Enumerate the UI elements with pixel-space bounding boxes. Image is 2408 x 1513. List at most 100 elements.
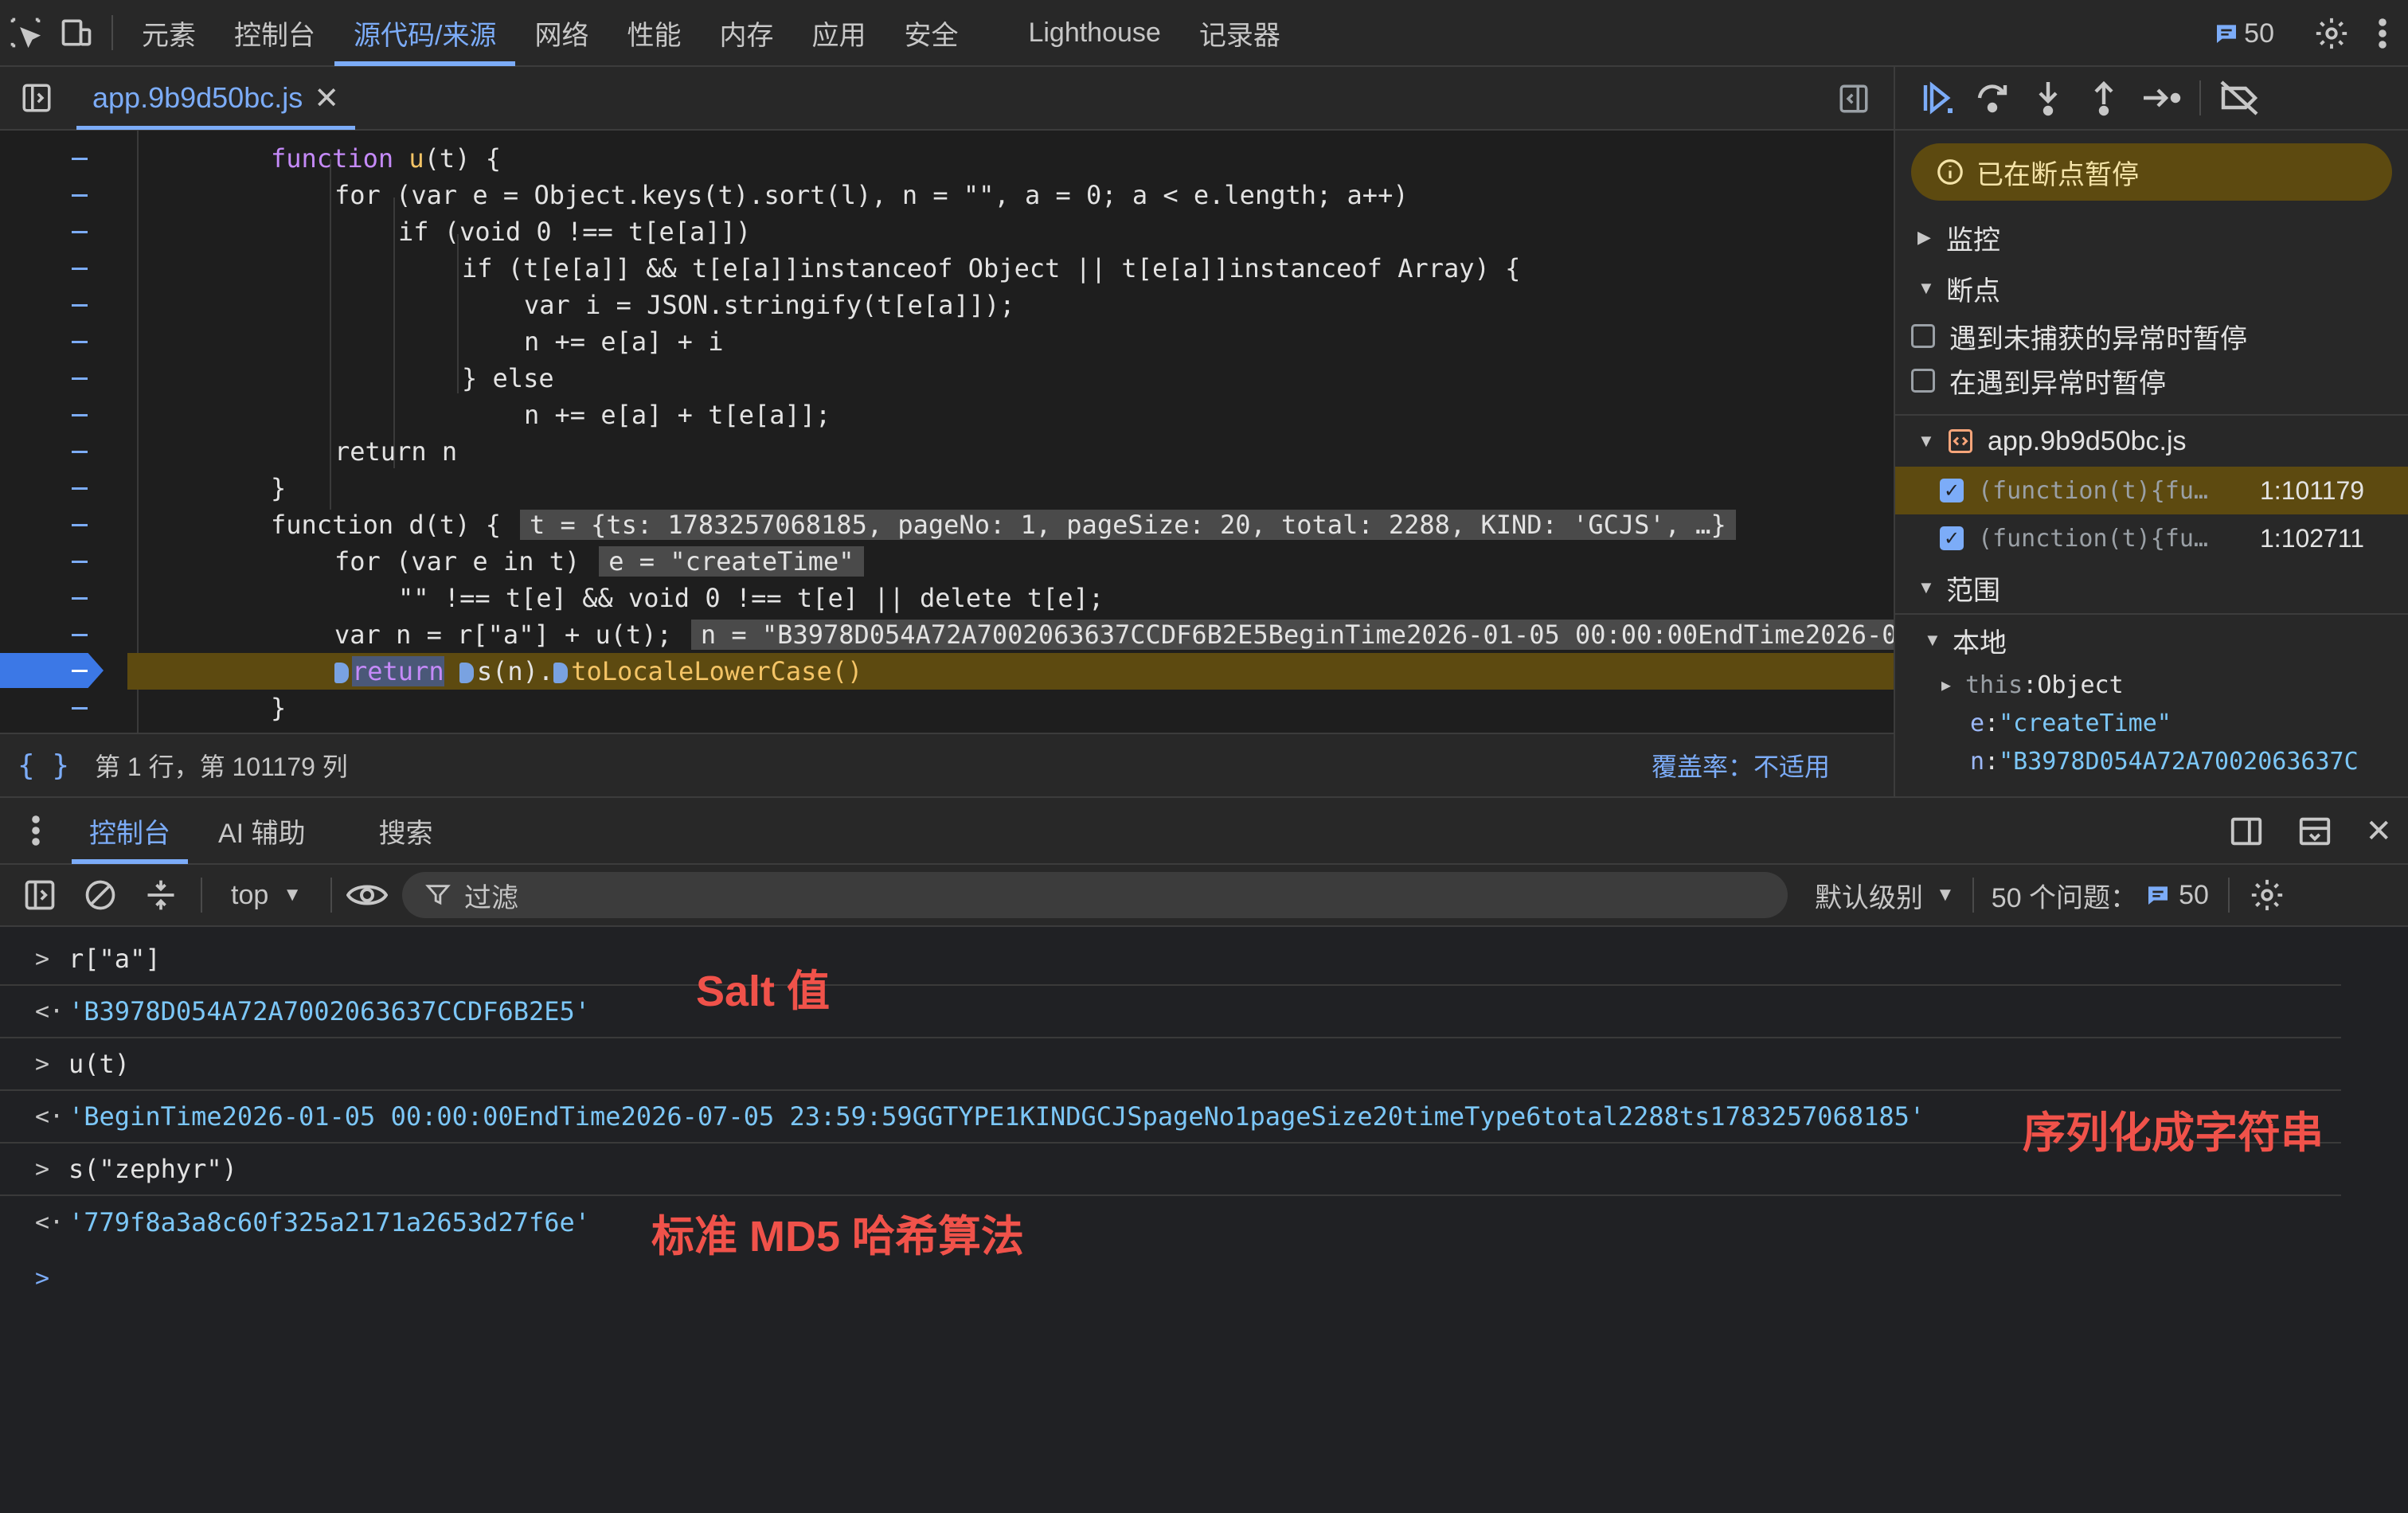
tab-application[interactable]: 应用 bbox=[792, 0, 885, 66]
inspect-element-icon[interactable] bbox=[0, 0, 51, 66]
checkbox[interactable] bbox=[1911, 324, 1935, 348]
annotation-salt: Salt 值 bbox=[696, 968, 831, 1015]
var-value: "createTime" bbox=[1999, 709, 2172, 737]
deactivate-breakpoints-icon[interactable] bbox=[2218, 79, 2260, 117]
watch-section-header[interactable]: ▶ 监控 bbox=[1895, 212, 2408, 263]
tab-elements[interactable]: 元素 bbox=[123, 0, 215, 66]
drawer-tab-search[interactable]: 搜索 bbox=[362, 797, 451, 864]
collapse-groups-icon[interactable] bbox=[132, 878, 190, 913]
close-drawer-icon[interactable]: ✕ bbox=[2365, 813, 2392, 850]
gutter-mark[interactable] bbox=[72, 231, 88, 233]
pause-caught-option[interactable]: 在遇到异常时暂停 bbox=[1895, 358, 2408, 403]
toggle-console-sidebar-icon[interactable] bbox=[11, 878, 68, 913]
inline-breakpoint-icon[interactable] bbox=[553, 663, 569, 683]
tab-recorder[interactable]: 记录器 bbox=[1180, 0, 1300, 66]
context-selector[interactable]: top ▼ bbox=[213, 880, 319, 911]
console-settings-icon[interactable] bbox=[2249, 877, 2285, 913]
scope-var-n[interactable]: n: "B3978D054A72A7002063637C bbox=[1895, 742, 2408, 780]
close-tab-icon[interactable]: ✕ bbox=[314, 80, 339, 116]
gutter-mark[interactable] bbox=[72, 377, 88, 380]
messages-badge[interactable]: 50 bbox=[2214, 18, 2274, 49]
dock-side-icon[interactable] bbox=[2228, 813, 2265, 850]
console-input-entry[interactable]: > r["a"] bbox=[0, 933, 2341, 986]
cursor-position: 第 1 行，第 101179 列 bbox=[95, 753, 348, 781]
console-prompt[interactable]: > bbox=[0, 1252, 2341, 1304]
issues-counter[interactable]: 50 个问题： 50 bbox=[1992, 876, 2209, 915]
gutter-mark[interactable] bbox=[72, 487, 88, 490]
scope-section-header[interactable]: ▼ 范围 bbox=[1895, 562, 2408, 613]
breakpoint-entry[interactable]: ✓ (function(t){fu… 1:101179 bbox=[1895, 467, 2408, 514]
tab-lighthouse[interactable]: Lighthouse bbox=[1009, 0, 1179, 66]
console-output-entry[interactable]: <· 'BeginTime2026-01-05 00:00:00EndTime2… bbox=[0, 1091, 2341, 1144]
tab-security[interactable]: 安全 bbox=[885, 0, 977, 66]
output-chevron-icon: <· bbox=[35, 997, 64, 1026]
gutter-mark[interactable] bbox=[72, 561, 88, 563]
checkbox[interactable] bbox=[1911, 369, 1935, 393]
breakpoint-entry[interactable]: ✓ (function(t){fu… 1:102711 bbox=[1895, 514, 2408, 562]
filter-input[interactable]: 过滤 bbox=[402, 872, 1788, 918]
gutter-mark[interactable] bbox=[72, 524, 88, 526]
local-scope-header[interactable]: ▼ 本地 bbox=[1895, 615, 2408, 666]
tab-memory[interactable]: 内存 bbox=[700, 0, 792, 66]
breakpoints-section-header[interactable]: ▼ 断点 bbox=[1895, 263, 2408, 314]
live-expression-eye-icon[interactable] bbox=[343, 879, 391, 911]
gutter-mark[interactable] bbox=[72, 304, 88, 307]
clear-console-icon[interactable] bbox=[68, 878, 132, 913]
gutter-mark[interactable] bbox=[72, 268, 88, 270]
inline-breakpoint-icon[interactable] bbox=[334, 663, 349, 683]
info-icon bbox=[1937, 159, 1963, 185]
paused-label: 已在断点暂停 bbox=[1976, 159, 2139, 190]
breakpoint-file-group[interactable]: ▼ app.9b9d50bc.js bbox=[1895, 416, 2408, 467]
tab-performance[interactable]: 性能 bbox=[608, 0, 700, 66]
line-gutter[interactable] bbox=[0, 131, 119, 733]
gutter-mark[interactable] bbox=[72, 634, 88, 636]
indent-guide bbox=[137, 131, 139, 733]
tab-console[interactable]: 控制台 bbox=[215, 0, 334, 66]
step-over-icon[interactable] bbox=[1973, 79, 2011, 117]
gutter-mark[interactable] bbox=[72, 707, 88, 710]
section-title: 监控 bbox=[1946, 225, 2000, 256]
step-icon[interactable] bbox=[2140, 79, 2182, 117]
drawer-tab-console[interactable]: 控制台 bbox=[72, 797, 188, 864]
indent-guide bbox=[330, 159, 331, 510]
pause-uncaught-option[interactable]: 遇到未捕获的异常时暂停 bbox=[1895, 314, 2408, 358]
step-out-icon[interactable] bbox=[2085, 79, 2123, 117]
gutter-mark[interactable] bbox=[72, 414, 88, 416]
gutter-mark[interactable] bbox=[72, 194, 88, 197]
editor-file-tab[interactable]: app.9b9d50bc.js ✕ bbox=[76, 66, 356, 130]
log-level-dropdown[interactable]: 默认级别 ▼ bbox=[1815, 876, 1955, 915]
editor-status-bar: { } 第 1 行，第 101179 列 覆盖率：不适用 bbox=[0, 733, 1894, 796]
checkbox-checked[interactable]: ✓ bbox=[1940, 479, 1964, 502]
settings-icon[interactable] bbox=[2306, 0, 2357, 67]
dock-bottom-icon[interactable] bbox=[2297, 813, 2333, 850]
tab-sources[interactable]: 源代码/来源 bbox=[334, 0, 516, 66]
gutter-mark[interactable] bbox=[72, 451, 88, 453]
drawer-tab-ai-assistance[interactable]: AI 辅助 bbox=[201, 797, 323, 864]
scope-var-this[interactable]: ▶ this: Object bbox=[1895, 666, 2408, 704]
inline-breakpoint-icon[interactable] bbox=[459, 663, 474, 683]
active-breakpoint-marker[interactable] bbox=[0, 653, 104, 688]
console-output-entry[interactable]: <· 'B3978D054A72A7002063637CCDF6B2E5' bbox=[0, 986, 2341, 1038]
more-options-icon[interactable] bbox=[2357, 0, 2408, 67]
gutter-mark[interactable] bbox=[72, 158, 88, 160]
scope-var-e[interactable]: e: "createTime" bbox=[1895, 704, 2408, 742]
gutter-mark[interactable] bbox=[72, 341, 88, 343]
resume-icon[interactable] bbox=[1917, 79, 1956, 117]
toggle-debugger-sidebar-icon[interactable] bbox=[1836, 81, 1871, 116]
step-into-icon[interactable] bbox=[2029, 79, 2067, 117]
code-token: function d(t) { bbox=[271, 510, 501, 540]
toggle-navigator-icon[interactable] bbox=[13, 66, 61, 130]
tab-network[interactable]: 网络 bbox=[515, 0, 608, 66]
console-input-entry[interactable]: > s("zephyr") bbox=[0, 1144, 2341, 1196]
console-output-entry[interactable]: <· '779f8a3a8c60f325a2171a2653d27f6e' bbox=[0, 1196, 2341, 1249]
checkbox-checked[interactable]: ✓ bbox=[1940, 526, 1964, 550]
console-output[interactable]: > r["a"] <· 'B3978D054A72A7002063637CCDF… bbox=[0, 927, 2408, 1513]
coverage-status[interactable]: 覆盖率：不适用 bbox=[1652, 747, 1830, 784]
script-file-icon bbox=[1949, 429, 1972, 453]
pretty-print-icon[interactable]: { } bbox=[18, 749, 69, 782]
code-editor[interactable]: function u(t) { for (var e = Object.keys… bbox=[0, 131, 1894, 733]
device-toolbar-icon[interactable] bbox=[51, 0, 102, 66]
gutter-mark[interactable] bbox=[72, 597, 88, 600]
console-input-entry[interactable]: > u(t) bbox=[0, 1038, 2341, 1091]
drawer-menu-icon[interactable] bbox=[0, 797, 72, 864]
